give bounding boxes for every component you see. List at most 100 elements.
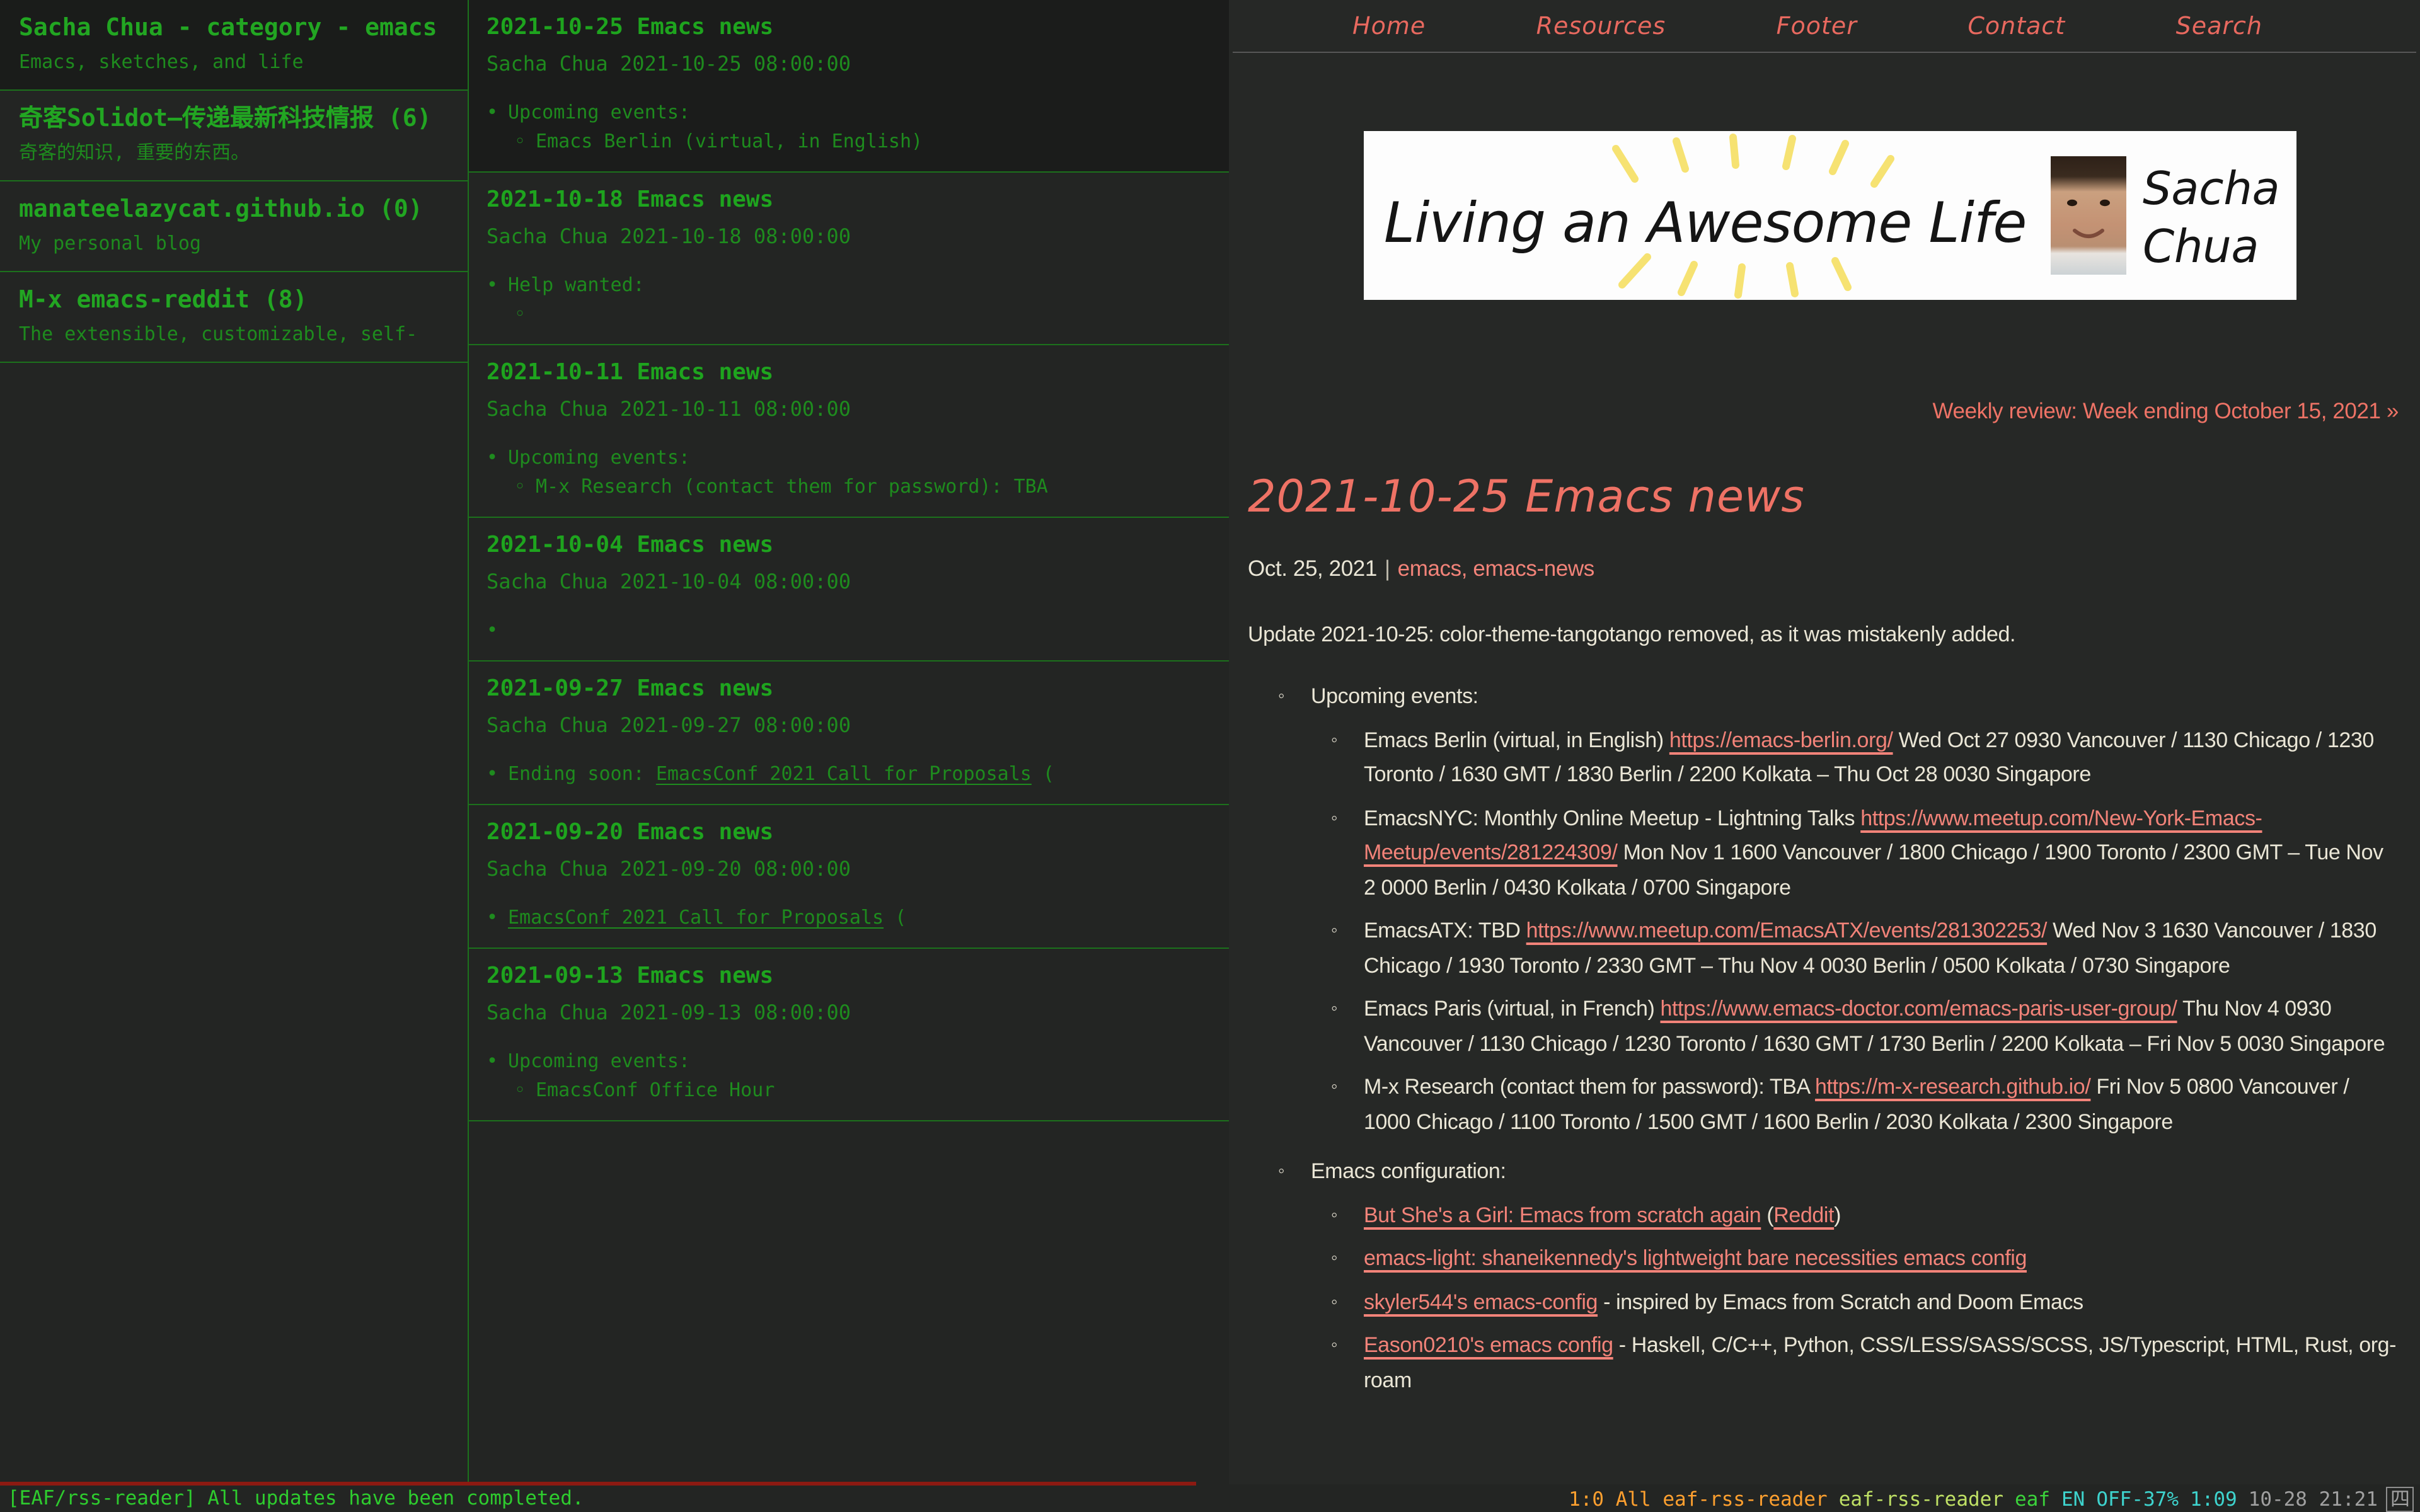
nav-link-resources[interactable]: Resources [1536, 12, 1666, 40]
outline-text: EmacsNYC: Monthly Online Meetup - Lightn… [1364, 801, 2399, 905]
article-list-item[interactable]: 2021-10-25 Emacs news Sacha Chua 2021-10… [469, 0, 1229, 173]
nav-link-footer[interactable]: Footer [1777, 12, 1857, 40]
feed-list-item[interactable]: 奇客Solidot–传递最新科技情报 (6) 奇客的知识, 重要的东西。 [0, 91, 468, 181]
outline-item: ◦Emacs Berlin (virtual, in English) http… [1248, 723, 2399, 792]
text-segment: ( [1032, 762, 1054, 785]
text-segment: ( [1761, 1203, 1773, 1227]
site-banner[interactable]: Living an Awesome Life Sacha Chua [1364, 131, 2296, 300]
article-title: 2021-10-25 Emacs news [487, 11, 1211, 44]
post-tag-link[interactable]: emacs [1398, 556, 1461, 581]
meta-separator: | [1377, 556, 1398, 581]
line-text: Upcoming events: [508, 1047, 690, 1076]
outline-link[interactable]: But She's a Girl: Emacs from scratch aga… [1364, 1203, 1761, 1227]
post-date: Oct. 25, 2021 [1248, 556, 1377, 581]
article-summary-line: • [487, 616, 1211, 645]
text-segment: Upcoming events: [508, 446, 690, 469]
line-text: EmacsConf Office Hour [536, 1076, 775, 1105]
outline-item: ◦EmacsATX: TBD https://www.meetup.com/Em… [1248, 914, 2399, 983]
sacha-photo [2051, 156, 2126, 275]
bullet-icon: ◦ [1331, 992, 1364, 1061]
article-list-item[interactable]: 2021-10-04 Emacs news Sacha Chua 2021-10… [469, 518, 1229, 662]
feed-subtitle: Emacs, sketches, and life [19, 48, 450, 77]
outline-link[interactable]: skyler544's emacs-config [1364, 1290, 1598, 1314]
outline-link[interactable]: https://m-x-research.github.io/ [1815, 1075, 2090, 1099]
article-summary-line: •Upcoming events: [487, 98, 1211, 127]
article-summary-line: ◦ [487, 300, 1211, 329]
article-meta: Sacha Chua 2021-10-04 08:00:00 [487, 566, 1211, 598]
article-summary: •Help wanted:◦ [487, 271, 1211, 329]
text-segment: Help wanted: [508, 273, 645, 296]
echo-message: [EAF/rss-reader] All updates have been c… [0, 1487, 584, 1509]
outline-link[interactable]: https://www.emacs-doctor.com/emacs-paris… [1661, 997, 2177, 1021]
article-inline-link[interactable]: EmacsConf 2021 Call for Proposals [508, 906, 884, 929]
article-list-item[interactable]: 2021-09-20 Emacs news Sacha Chua 2021-09… [469, 805, 1229, 949]
article-summary: •Upcoming events:◦Emacs Berlin (virtual,… [487, 98, 1211, 156]
tray-segment: eaf-rss-reader [1839, 1488, 2003, 1511]
line-text: Ending soon: EmacsConf 2021 Call for Pro… [508, 760, 1054, 789]
post-meta: Oct. 25, 2021|emacs, emacs-news [1248, 556, 2399, 582]
nav-link-contact[interactable]: Contact [1968, 12, 2065, 40]
bullet-icon: ◦ [1331, 1241, 1364, 1276]
feed-title: Sacha Chua - category - emacs ( [19, 11, 450, 45]
text-segment: M-x Research (contact them for password)… [536, 475, 1048, 498]
outline-text: Emacs Berlin (virtual, in English) https… [1364, 723, 2399, 792]
article-meta: Sacha Chua 2021-10-11 08:00:00 [487, 393, 1211, 426]
bullet-icon: ◦ [514, 127, 536, 156]
outline-link[interactable]: emacs-light: shaneikennedy's lightweight… [1364, 1246, 2027, 1270]
outline-link[interactable]: https://emacs-berlin.org/ [1669, 728, 1893, 752]
post-outline: ◦Upcoming events:◦Emacs Berlin (virtual,… [1248, 679, 2399, 1397]
feed-subtitle: My personal blog [19, 229, 450, 258]
outline-item: ◦emacs-light: shaneikennedy's lightweigh… [1248, 1241, 2399, 1276]
article-summary-line: ◦EmacsConf Office Hour [487, 1076, 1211, 1105]
minibuffer-divider [0, 1482, 1196, 1486]
bullet-icon: • [487, 760, 508, 789]
weekly-review-row: Weekly review: Week ending October 15, 2… [1229, 398, 2420, 425]
article-summary-line: •Help wanted: [487, 271, 1211, 300]
bullet-icon: ◦ [514, 1076, 536, 1105]
outline-text: Upcoming events: [1311, 679, 1478, 714]
bullet-icon: ◦ [514, 472, 536, 501]
article-summary-line: ◦Emacs Berlin (virtual, in English) [487, 127, 1211, 156]
text-segment: - inspired by Emacs from Scratch and Doo… [1598, 1290, 2083, 1314]
article-list-item[interactable]: 2021-09-27 Emacs news Sacha Chua 2021-09… [469, 662, 1229, 805]
article-list-item[interactable]: 2021-10-11 Emacs news Sacha Chua 2021-10… [469, 345, 1229, 518]
bullet-icon: • [487, 98, 508, 127]
outline-text: Emacs configuration: [1311, 1154, 1506, 1189]
post-tag-link[interactable]: emacs-news [1473, 556, 1594, 581]
banner-name-top: Sacha [2143, 162, 2279, 215]
outline-item: ◦skyler544's emacs-config - inspired by … [1248, 1285, 2399, 1319]
feed-list-item[interactable]: Sacha Chua - category - emacs ( Emacs, s… [0, 0, 468, 91]
outline-link[interactable]: Eason0210's emacs config [1364, 1333, 1613, 1357]
bullet-icon: ◦ [1331, 1285, 1364, 1319]
eaf-rss-reader-window: Sacha Chua - category - emacs ( Emacs, s… [0, 0, 2420, 1484]
text-segment: Upcoming events: [508, 1050, 690, 1072]
text-segment: Upcoming events: [508, 101, 690, 123]
outline-link[interactable]: https://www.meetup.com/EmacsATX/events/2… [1526, 919, 2047, 942]
tray-segment: 1:0 All eaf-rss-reader [1569, 1488, 1828, 1511]
article-summary-line: •Upcoming events: [487, 444, 1211, 472]
tray-segment: OFF-37% [2096, 1488, 2179, 1511]
bullet-icon: ◦ [514, 300, 536, 329]
article-list-item[interactable]: 2021-09-13 Emacs news Sacha Chua 2021-09… [469, 949, 1229, 1121]
banner-title: Living an Awesome Life [1384, 190, 2027, 255]
text-segment: ( [884, 906, 906, 929]
article-title: 2021-09-27 Emacs news [487, 673, 1211, 706]
article-inline-link[interactable]: EmacsConf 2021 Call for Proposals [656, 762, 1032, 785]
bullet-icon: ◦ [1331, 801, 1364, 905]
feed-list-item[interactable]: M-x emacs-reddit (8) The extensible, cus… [0, 272, 468, 363]
bullet-icon: • [487, 1047, 508, 1076]
outline-link[interactable]: Reddit [1773, 1203, 1834, 1227]
article-list-item[interactable]: 2021-10-18 Emacs news Sacha Chua 2021-10… [469, 173, 1229, 345]
weekly-review-link[interactable]: Weekly review: Week ending October 15, 2… [1933, 398, 2399, 423]
feed-title: M-x emacs-reddit (8) [19, 284, 450, 318]
nav-link-home[interactable]: Home [1352, 12, 1426, 40]
tray-segment: 10-28 21:21 [2249, 1488, 2378, 1511]
article-meta: Sacha Chua 2021-10-25 08:00:00 [487, 48, 1211, 81]
bullet-icon: • [487, 903, 508, 932]
feed-title: manateelazycat.github.io (0) [19, 193, 450, 227]
feed-list-item[interactable]: manateelazycat.github.io (0) My personal… [0, 181, 468, 272]
feed-list: Sacha Chua - category - emacs ( Emacs, s… [0, 0, 469, 1484]
nav-link-search[interactable]: Search [2176, 12, 2262, 40]
text-segment: Emacs Berlin (virtual, in English) [1364, 728, 1669, 752]
article-title: 2021-10-11 Emacs news [487, 357, 1211, 389]
